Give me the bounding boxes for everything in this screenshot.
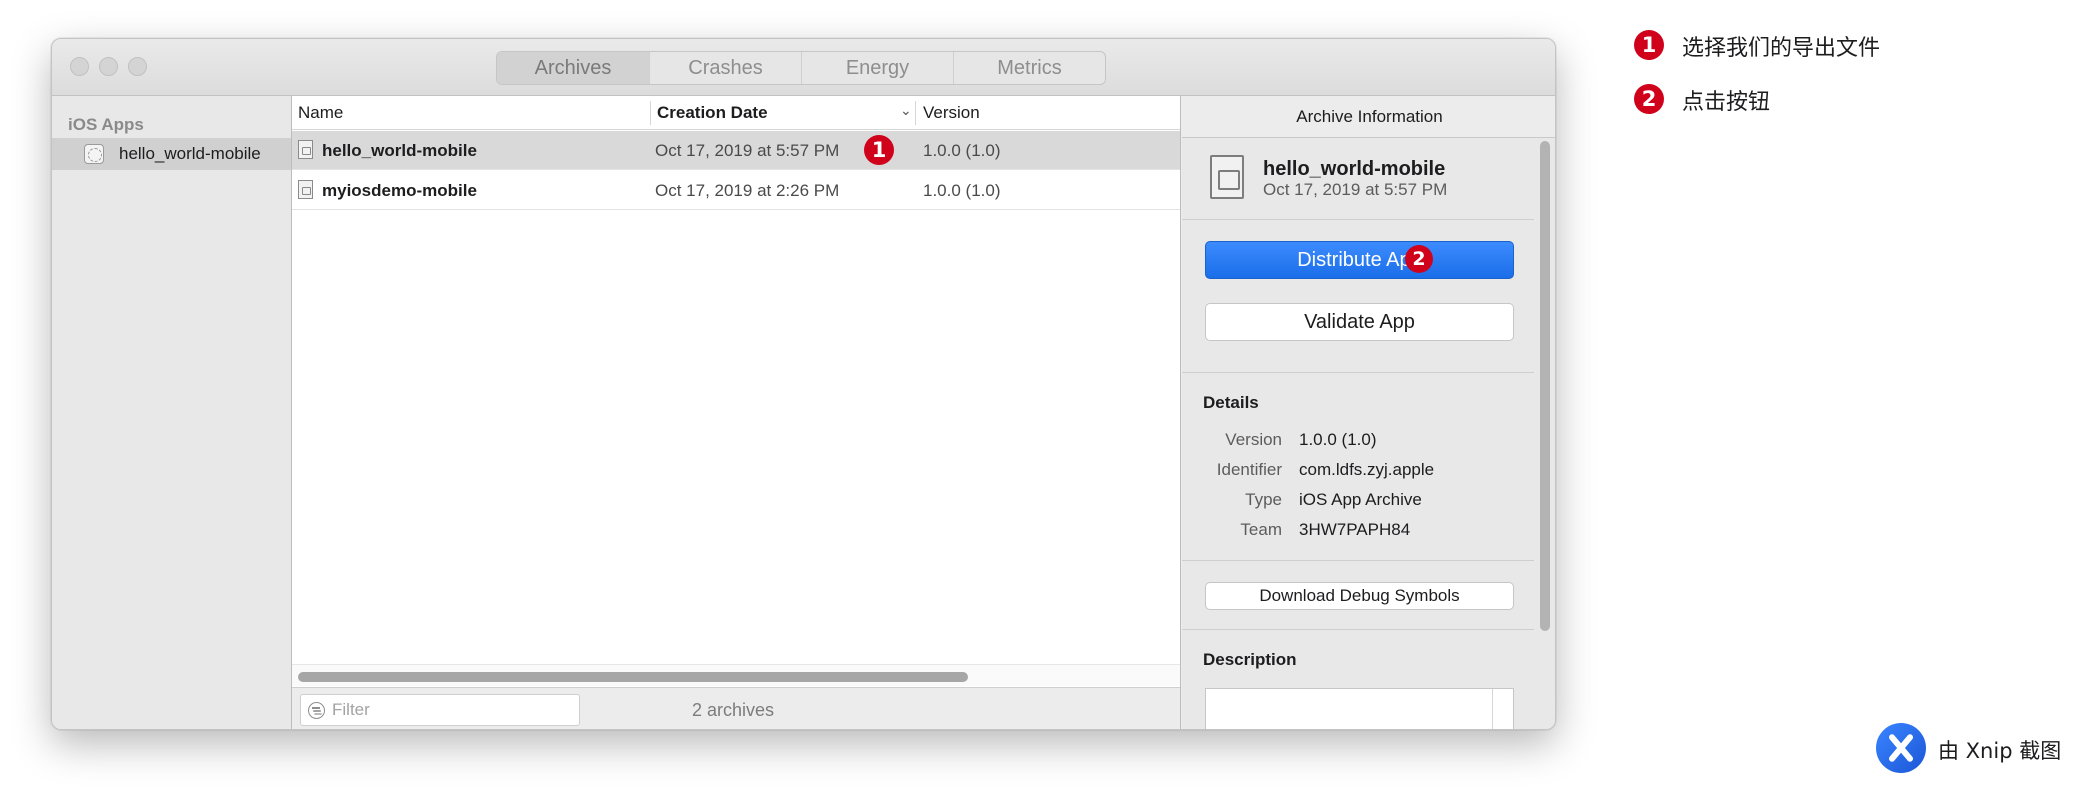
detail-key-type: Type: [1245, 490, 1282, 509]
detail-key-version: Version: [1225, 430, 1282, 449]
row-version: 1.0.0 (1.0): [923, 141, 1001, 160]
column-header-name[interactable]: Name: [298, 103, 343, 123]
tab-metrics[interactable]: Metrics: [953, 52, 1105, 84]
tab-energy[interactable]: Energy: [801, 52, 953, 84]
column-divider[interactable]: [915, 101, 916, 125]
detail-key-identifier: Identifier: [1216, 460, 1282, 479]
sidebar-group-label: iOS Apps: [68, 115, 144, 134]
zoom-window-button[interactable]: [128, 57, 147, 76]
row-creation-date: Oct 17, 2019 at 2:26 PM: [655, 181, 840, 200]
app-icon: [84, 144, 104, 164]
row-creation-date: Oct 17, 2019 at 5:57 PM: [655, 141, 840, 160]
xnip-logo-icon: [1876, 723, 1926, 773]
row-name: hello_world-mobile: [322, 141, 477, 160]
sidebar-item-label: hello_world-mobile: [119, 144, 261, 163]
annotation-badge-1: 1: [1634, 30, 1664, 60]
detail-value-identifier: com.ldfs.zyj.apple: [1299, 460, 1435, 479]
column-header-creation-date[interactable]: Creation Date: [657, 103, 768, 123]
detail-value-team: 3HW7PAPH84: [1299, 520, 1411, 539]
divider: [1182, 629, 1534, 630]
segmented-tabs: Archives Crashes Energy Metrics: [496, 51, 1106, 85]
title-bar: Archives Crashes Energy Metrics: [52, 39, 1555, 96]
horizontal-scrollbar-thumb[interactable]: [298, 672, 968, 682]
watermark-text: 由 Xnip 截图: [1938, 739, 2062, 763]
archive-icon: [1210, 155, 1244, 199]
list-footer: 2 archives: [292, 687, 1180, 729]
description-title: Description: [1203, 650, 1297, 669]
archive-count: 2 archives: [692, 700, 775, 720]
table-row[interactable]: myiosdemo-mobile Oct 17, 2019 at 2:26 PM…: [292, 171, 1180, 210]
archive-file-icon: [298, 180, 313, 199]
vertical-scrollbar[interactable]: [1537, 141, 1553, 729]
divider: [1182, 219, 1534, 220]
detail-value-type: iOS App Archive: [1299, 490, 1422, 509]
validate-app-button[interactable]: Validate App: [1205, 303, 1514, 341]
column-header-version[interactable]: Version: [923, 103, 980, 123]
tab-archives[interactable]: Archives: [497, 52, 649, 84]
detail-key-team: Team: [1240, 520, 1282, 539]
vertical-scrollbar-thumb[interactable]: [1540, 141, 1550, 631]
inspector-title: Archive Information: [1182, 96, 1555, 138]
sidebar: iOS Apps hello_world-mobile: [52, 96, 292, 729]
annotation-badge-2: 2: [1634, 84, 1664, 114]
callout-badge-2: 2: [1405, 245, 1433, 273]
detail-value-version: 1.0.0 (1.0): [1299, 430, 1377, 449]
close-window-button[interactable]: [70, 57, 89, 76]
column-divider[interactable]: [650, 101, 651, 125]
row-version: 1.0.0 (1.0): [923, 181, 1001, 200]
table-row[interactable]: hello_world-mobile Oct 17, 2019 at 5:57 …: [292, 131, 1180, 170]
archive-file-icon: [298, 140, 313, 159]
distribute-app-label: Distribute App: [1297, 249, 1422, 271]
inspector-body: hello_world-mobile Oct 17, 2019 at 5:57 …: [1182, 138, 1534, 729]
annotation-text-2: 点击按钮: [1682, 90, 1771, 115]
archive-list: Name Creation Date ⌄ Version hello_world…: [292, 96, 1181, 729]
filter-input[interactable]: [332, 699, 572, 721]
sort-chevron-icon: ⌄: [900, 102, 912, 118]
archive-name: hello_world-mobile: [1263, 158, 1446, 180]
divider: [1182, 560, 1534, 561]
distribute-app-button[interactable]: Distribute App: [1205, 241, 1514, 279]
callout-badge-1: 1: [864, 135, 894, 165]
archive-date: Oct 17, 2019 at 5:57 PM: [1263, 180, 1448, 199]
filter-field[interactable]: [300, 694, 580, 726]
details-title: Details: [1203, 393, 1259, 412]
minimize-window-button[interactable]: [99, 57, 118, 76]
divider: [1182, 372, 1534, 373]
horizontal-scrollbar[interactable]: [292, 664, 1180, 686]
sidebar-item-hello-world-mobile[interactable]: hello_world-mobile: [52, 138, 291, 170]
annotation-text-1: 选择我们的导出文件: [1682, 36, 1881, 61]
tab-crashes[interactable]: Crashes: [649, 52, 801, 84]
row-name: myiosdemo-mobile: [322, 181, 477, 200]
archive-inspector: Archive Information hello_world-mobile O…: [1182, 96, 1555, 729]
organizer-window: Archives Crashes Energy Metrics iOS Apps…: [51, 38, 1556, 730]
list-header: Name Creation Date ⌄ Version: [292, 96, 1180, 130]
filter-icon: [308, 702, 325, 719]
download-debug-symbols-button[interactable]: Download Debug Symbols: [1205, 582, 1514, 610]
description-textarea[interactable]: [1205, 688, 1514, 729]
